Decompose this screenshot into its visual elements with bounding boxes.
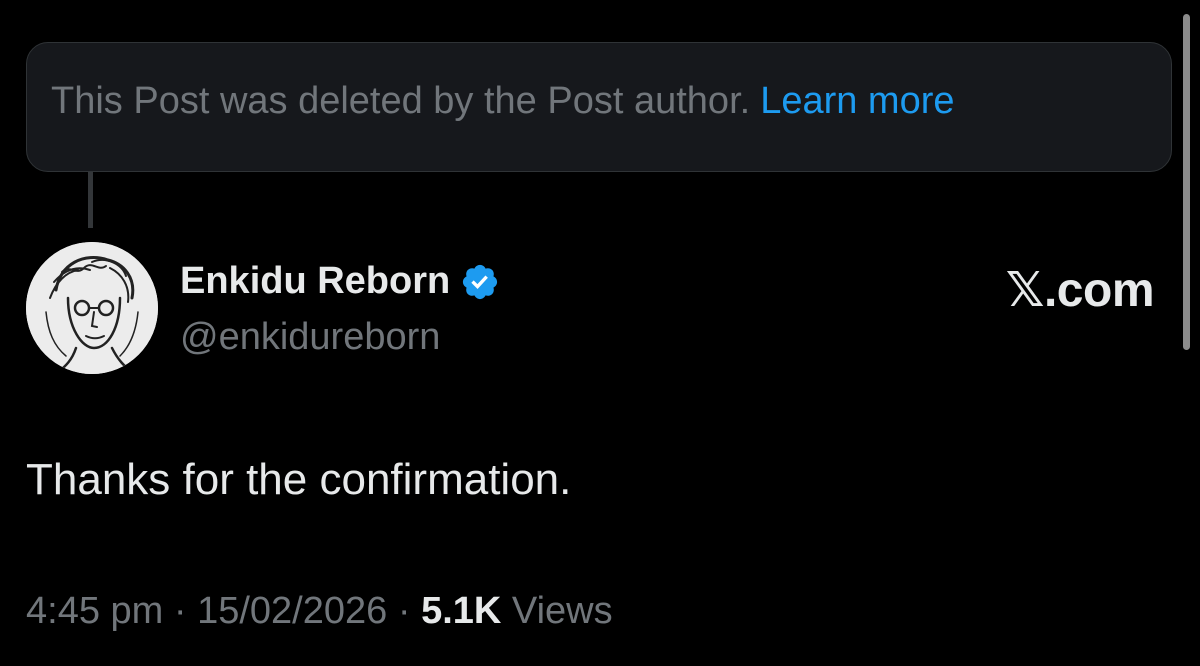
deleted-notice-text: This Post was deleted by the Post author… (51, 79, 751, 122)
post-date[interactable]: 15/02/2026 (197, 590, 387, 632)
author-handle[interactable]: @enkidureborn (180, 316, 440, 359)
verified-badge-icon (463, 264, 498, 299)
post-time[interactable]: 4:45 pm (26, 590, 163, 632)
author-display-name[interactable]: Enkidu Reborn (180, 260, 450, 303)
meta-separator: · (173, 590, 187, 632)
deleted-post-notice: This Post was deleted by the Post author… (26, 42, 1172, 172)
meta-separator: · (397, 590, 411, 632)
learn-more-link[interactable]: Learn more (760, 80, 954, 123)
x-com-brand-label: 𝕏.com (1005, 264, 1155, 317)
thread-connector-line (88, 172, 93, 228)
post-text: Thanks for the confirmation. (26, 455, 572, 504)
scrollbar[interactable] (1183, 14, 1190, 350)
views-count[interactable]: 5.1K (421, 590, 501, 632)
author-display-name-row[interactable]: Enkidu Reborn (180, 260, 500, 303)
sketched-portrait-icon (26, 242, 158, 374)
views-label: Views (511, 590, 613, 632)
avatar[interactable] (26, 242, 158, 374)
post-meta: 4:45 pm · 15/02/2026 · 5.1K Views (26, 590, 613, 633)
